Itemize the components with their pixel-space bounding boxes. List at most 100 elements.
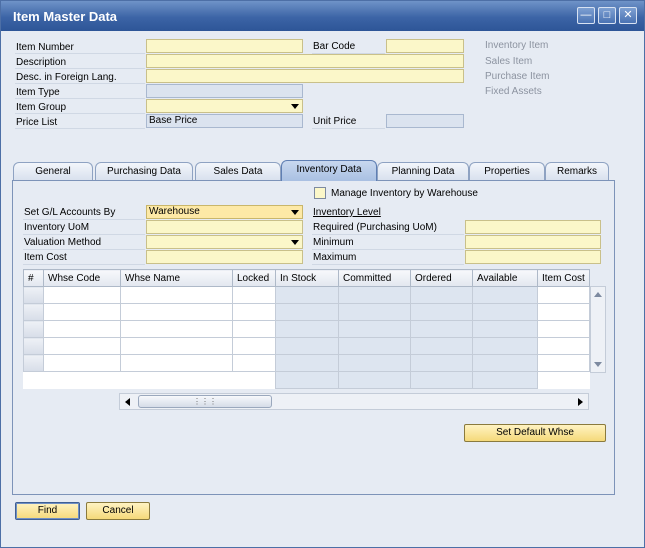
scroll-right-icon[interactable] — [578, 398, 583, 406]
grid-cell[interactable] — [120, 320, 233, 338]
grid-cell[interactable] — [43, 337, 121, 355]
grid-cell[interactable] — [232, 303, 276, 321]
item-group-select[interactable] — [146, 99, 303, 113]
row-header[interactable] — [23, 354, 44, 372]
grid-cell[interactable] — [43, 286, 121, 304]
tab-inventory-data[interactable]: Inventory Data — [281, 160, 377, 181]
grid-cell — [275, 303, 339, 321]
cancel-button[interactable]: Cancel — [86, 502, 150, 520]
manage-by-warehouse-checkbox[interactable] — [314, 187, 326, 199]
scroll-down-icon[interactable] — [594, 362, 602, 367]
grid-cell[interactable] — [43, 303, 121, 321]
column-header[interactable]: Whse Name — [120, 269, 233, 287]
table-row[interactable] — [23, 303, 590, 321]
grid-cell — [275, 320, 339, 338]
grid-cell[interactable] — [120, 337, 233, 355]
scroll-thumb[interactable]: ⋮⋮⋮ — [138, 395, 272, 408]
price-list-field[interactable]: Base Price — [146, 114, 303, 128]
vertical-scrollbar[interactable] — [590, 286, 606, 373]
sales-item-option[interactable]: Sales Item — [485, 56, 532, 67]
table-row[interactable] — [23, 286, 590, 304]
grid-cell[interactable] — [232, 320, 276, 338]
column-header[interactable]: Item Cost — [537, 269, 590, 287]
grid-cell[interactable] — [232, 354, 276, 372]
grid-cell[interactable] — [120, 354, 233, 372]
column-header[interactable]: Whse Code — [43, 269, 121, 287]
grid-cell — [410, 354, 473, 372]
tab-remarks[interactable]: Remarks — [545, 162, 609, 180]
desc-foreign-input[interactable] — [146, 69, 464, 83]
set-gl-accounts-select[interactable]: Warehouse — [146, 205, 303, 219]
maximum-label: Maximum — [313, 252, 357, 263]
grid-cell — [275, 286, 339, 304]
close-icon[interactable]: ✕ — [619, 7, 637, 24]
tab-sales-data[interactable]: Sales Data — [195, 162, 281, 180]
table-row[interactable] — [23, 354, 590, 372]
minimum-label: Minimum — [313, 237, 354, 248]
chevron-down-icon — [291, 240, 299, 245]
maximize-icon[interactable]: □ — [598, 7, 616, 24]
grid-cell[interactable] — [120, 303, 233, 321]
tab-general[interactable]: General — [13, 162, 93, 180]
grid-cell — [410, 286, 473, 304]
grid-cell[interactable] — [537, 286, 590, 304]
set-default-whse-button[interactable]: Set Default Whse — [464, 424, 606, 442]
grid-cell — [43, 371, 121, 389]
column-header[interactable]: Committed — [338, 269, 411, 287]
column-header[interactable]: Locked — [232, 269, 276, 287]
purchase-item-option[interactable]: Purchase Item — [485, 71, 549, 82]
inventory-uom-label: Inventory UoM — [24, 222, 90, 233]
unit-price-label: Unit Price — [313, 116, 357, 127]
column-header[interactable]: Ordered — [410, 269, 473, 287]
maximum-input[interactable] — [465, 250, 601, 264]
title-bar[interactable]: Item Master Data — □ ✕ — [1, 1, 644, 31]
horizontal-scrollbar[interactable]: ⋮⋮⋮ — [119, 393, 589, 410]
grid-cell — [472, 303, 538, 321]
table-row[interactable] — [23, 337, 590, 355]
column-header[interactable]: In Stock — [275, 269, 339, 287]
grid-cell[interactable] — [232, 286, 276, 304]
valuation-method-select[interactable] — [146, 235, 303, 249]
grid-cell[interactable] — [120, 286, 233, 304]
inventory-uom-input[interactable] — [146, 220, 303, 234]
tab-planning-data[interactable]: Planning Data — [377, 162, 469, 180]
column-header[interactable]: Available — [472, 269, 538, 287]
grid-cell[interactable] — [43, 354, 121, 372]
scroll-left-icon[interactable] — [125, 398, 130, 406]
item-cost-input[interactable] — [146, 250, 303, 264]
row-header[interactable] — [23, 337, 44, 355]
grid-cell[interactable] — [537, 303, 590, 321]
row-header[interactable] — [23, 320, 44, 338]
grid-cell[interactable] — [537, 354, 590, 372]
table-row[interactable] — [23, 320, 590, 338]
bar-code-input[interactable] — [386, 39, 464, 53]
set-gl-accounts-label: Set G/L Accounts By — [24, 207, 116, 218]
grid-cell — [232, 371, 276, 389]
inventory-level-heading: Inventory Level — [313, 207, 381, 218]
minimum-input[interactable] — [465, 235, 601, 249]
item-number-label: Item Number — [16, 42, 74, 53]
inventory-item-option[interactable]: Inventory Item — [485, 40, 548, 51]
required-input[interactable] — [465, 220, 601, 234]
grid-cell[interactable] — [537, 320, 590, 338]
item-type-field[interactable] — [146, 84, 303, 98]
grid-cell — [472, 371, 538, 389]
fixed-assets-option[interactable]: Fixed Assets — [485, 86, 542, 97]
tab-properties[interactable]: Properties — [469, 162, 545, 180]
warehouse-grid: # Whse Code Whse Name Locked In Stock Co… — [23, 269, 590, 389]
description-input[interactable] — [146, 54, 464, 68]
item-number-input[interactable] — [146, 39, 303, 53]
grid-cell[interactable] — [537, 337, 590, 355]
row-header[interactable] — [23, 286, 44, 304]
find-button[interactable]: Find — [15, 502, 80, 520]
manage-by-warehouse-label: Manage Inventory by Warehouse — [331, 188, 478, 199]
grid-cell[interactable] — [43, 320, 121, 338]
tab-purchasing-data[interactable]: Purchasing Data — [95, 162, 193, 180]
scroll-up-icon[interactable] — [594, 292, 602, 297]
unit-price-field[interactable] — [386, 114, 464, 128]
row-header[interactable] — [23, 303, 44, 321]
grid-cell[interactable] — [232, 337, 276, 355]
grid-cell — [472, 286, 538, 304]
minimize-icon[interactable]: — — [577, 7, 595, 24]
column-header[interactable]: # — [23, 269, 44, 287]
